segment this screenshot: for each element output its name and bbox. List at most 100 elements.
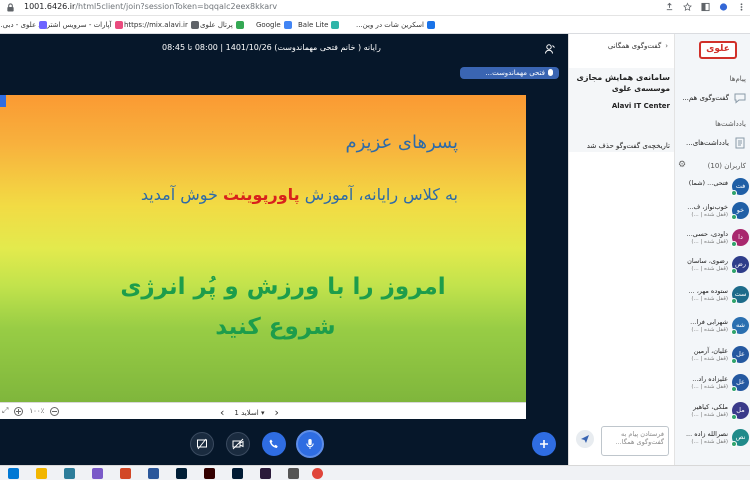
bookmark-aparat[interactable]: آپارات - سرویس اشترا...	[38, 19, 123, 31]
url-field[interactable]: 1001.6426.ir/html5client/join?sessionTok…	[24, 2, 277, 11]
alavi-logo: علوی	[699, 41, 737, 59]
menu-icon[interactable]	[737, 2, 746, 12]
bookmarks-bar: اسکرین شات در وین... Bale Lite Google پر…	[0, 16, 750, 34]
url-path: /html5client/join?sessionToken=bqqalc2ee…	[75, 2, 278, 11]
status-dot	[731, 190, 737, 196]
status-dot	[731, 268, 737, 274]
bookmark-favicon-icon	[426, 21, 435, 29]
chevron-left-icon[interactable]: ‹	[665, 42, 668, 50]
user-list-item[interactable]: عل علیان، آرمین (قفل شده | ...)	[675, 344, 750, 368]
bookmark-alavi-dubai[interactable]: علوی - دبی...	[0, 19, 48, 31]
share-screen-icon	[197, 438, 207, 450]
video-toggle-button[interactable]	[226, 432, 250, 456]
start-icon[interactable]	[8, 468, 19, 479]
bookmark-alavi-portal[interactable]: پرتال علوی	[200, 19, 244, 31]
slide-welcome-line: به کلاس رایانه، آموزش پاورپوینت خوش آمدی…	[140, 185, 458, 204]
audio-phone-button[interactable]	[262, 432, 286, 456]
photoshop-icon[interactable]	[176, 468, 187, 479]
zoom-level: ۱۰۰٪	[29, 407, 45, 415]
public-chat-entry[interactable]: گفت‌وگوی هم...	[675, 90, 750, 106]
phone-icon	[269, 439, 278, 448]
presentation-options-handle[interactable]	[0, 95, 6, 107]
camera-off-icon	[232, 438, 244, 450]
user-list-item[interactable]: نص نصرالله زاده ... (قفل شده | ...)	[675, 427, 750, 451]
app-icon[interactable]	[64, 468, 75, 479]
illustrator-icon[interactable]	[204, 468, 215, 479]
chat-message-input[interactable]: فرستادن پیام به گفت‌وگوی همگا...	[601, 426, 669, 456]
fit-to-width-icon[interactable]: ⤢	[2, 406, 8, 416]
user-list-item[interactable]: فت فتحی... (شما)	[675, 176, 750, 200]
star-icon[interactable]	[683, 2, 692, 12]
user-list-item[interactable]: خو خوب‌نواز، ف... (قفل شده | ...)	[675, 200, 750, 224]
google-icon	[283, 21, 292, 29]
profile-icon[interactable]	[719, 2, 728, 12]
slide-highlight-word: پاورپوینت	[223, 185, 300, 204]
messages-section-title: پیام‌ها	[729, 75, 746, 83]
welcome-line2: موسسه‌ی علوی	[611, 84, 670, 93]
app-icon[interactable]	[260, 468, 271, 479]
session-title: رایانه ( خانم فتحی مهماندوست) 1401/10/26…	[162, 43, 381, 52]
user-list-item[interactable]: دا داودی، حسی... (قفل شده | ...)	[675, 227, 750, 251]
bookmark-favicon-icon	[235, 21, 244, 29]
share-icon[interactable]	[665, 2, 674, 12]
zoom-in-button[interactable]	[14, 406, 24, 416]
bookmark-screenshot[interactable]: اسکرین شات در وین...	[356, 19, 435, 31]
bookmark-mix-alavi[interactable]: https://mix.alavi.ir	[124, 19, 199, 31]
microphone-icon	[306, 439, 314, 449]
presentation-area: رایانه ( خانم فتحی مهماندوست) 1401/10/26…	[0, 34, 568, 465]
zoom-controls: ⤢ ۱۰۰٪	[2, 406, 60, 416]
chat-header[interactable]: ‹گفت‌وگوی همگانی	[608, 42, 668, 50]
send-message-button[interactable]	[576, 430, 594, 448]
slide-motto-line2: شروع کنید	[215, 314, 336, 340]
app-icon[interactable]	[92, 468, 103, 479]
actions-plus-button[interactable]	[532, 432, 556, 456]
bookmark-bale[interactable]: Bale Lite	[298, 19, 340, 31]
user-list-item[interactable]: ست ستوده مهر، ... (قفل شده | ...)	[675, 284, 750, 308]
slide-selector[interactable]: ▾ اسلاید 1	[234, 409, 264, 417]
bookmark-google[interactable]: Google	[256, 19, 292, 31]
user-list-item[interactable]: عل علیزاده راد... (قفل شده | ...)	[675, 372, 750, 396]
status-dot	[731, 329, 737, 335]
presentation-slide: پسرهای عزیزم به کلاس رایانه، آموزش پاورپ…	[0, 95, 526, 402]
microphone-button[interactable]	[296, 430, 324, 458]
shared-notes-entry[interactable]: یادداشت‌های...	[675, 135, 750, 151]
word-icon[interactable]	[148, 468, 159, 479]
chat-cleared-notice: تاریخچه‌ی گفت‌وگو حذف شد	[586, 142, 670, 150]
powerpoint-icon[interactable]	[120, 468, 131, 479]
plus-icon	[540, 440, 548, 448]
user-list-item[interactable]: مل ملکی، کیاهیر (قفل شده | ...)	[675, 400, 750, 424]
gear-icon[interactable]: ⚙	[678, 160, 686, 170]
send-icon	[581, 435, 589, 443]
lightroom-icon[interactable]	[232, 468, 243, 479]
prev-slide-button[interactable]: ‹	[220, 406, 224, 419]
status-dot	[731, 386, 737, 392]
status-dot	[731, 441, 737, 447]
users-section-title: کاربران (10)	[707, 162, 746, 170]
slide-toolbar: ⤢ ۱۰۰٪ ‹ ▾ اسلاید 1 ›	[0, 402, 526, 419]
extension-icon[interactable]	[701, 2, 710, 12]
share-screen-button[interactable]	[190, 432, 214, 456]
user-list-item[interactable]: رض رضوی، ساسان (قفل شده | ...)	[675, 254, 750, 278]
chrome-icon[interactable]	[312, 468, 323, 479]
bookmark-favicon-icon	[331, 21, 340, 29]
user-list-panel: علوی پیام‌ها گفت‌وگوی هم... یادداشت‌ها ی…	[674, 34, 750, 465]
os-taskbar	[0, 465, 750, 480]
lock-icon[interactable]	[6, 3, 15, 12]
bookmark-favicon-icon	[190, 21, 199, 29]
zoom-out-button[interactable]	[50, 406, 60, 416]
media-controls	[0, 429, 568, 465]
status-dot	[731, 358, 737, 364]
app-icon[interactable]	[288, 468, 299, 479]
aparat-icon	[114, 21, 123, 29]
slide-navigation: ‹ ▾ اسلاید 1 ›	[220, 406, 279, 419]
notes-section-title: یادداشت‌ها	[715, 120, 746, 128]
welcome-line1: سامانه‌ی همایش مجازی	[576, 73, 670, 82]
status-dot	[731, 214, 737, 220]
user-list-item[interactable]: شه شهرابی فرا... (قفل شده | ...)	[675, 315, 750, 339]
next-slide-button[interactable]: ›	[274, 406, 278, 419]
file-explorer-icon[interactable]	[36, 468, 47, 479]
slide-motto-line1: امروز را با ورزش و پُر انرژی	[120, 274, 446, 300]
presenter-badge: فتحی مهماندوست...	[460, 67, 559, 79]
notes-icon	[735, 137, 745, 149]
user-list-toggle-icon[interactable]	[544, 43, 556, 55]
